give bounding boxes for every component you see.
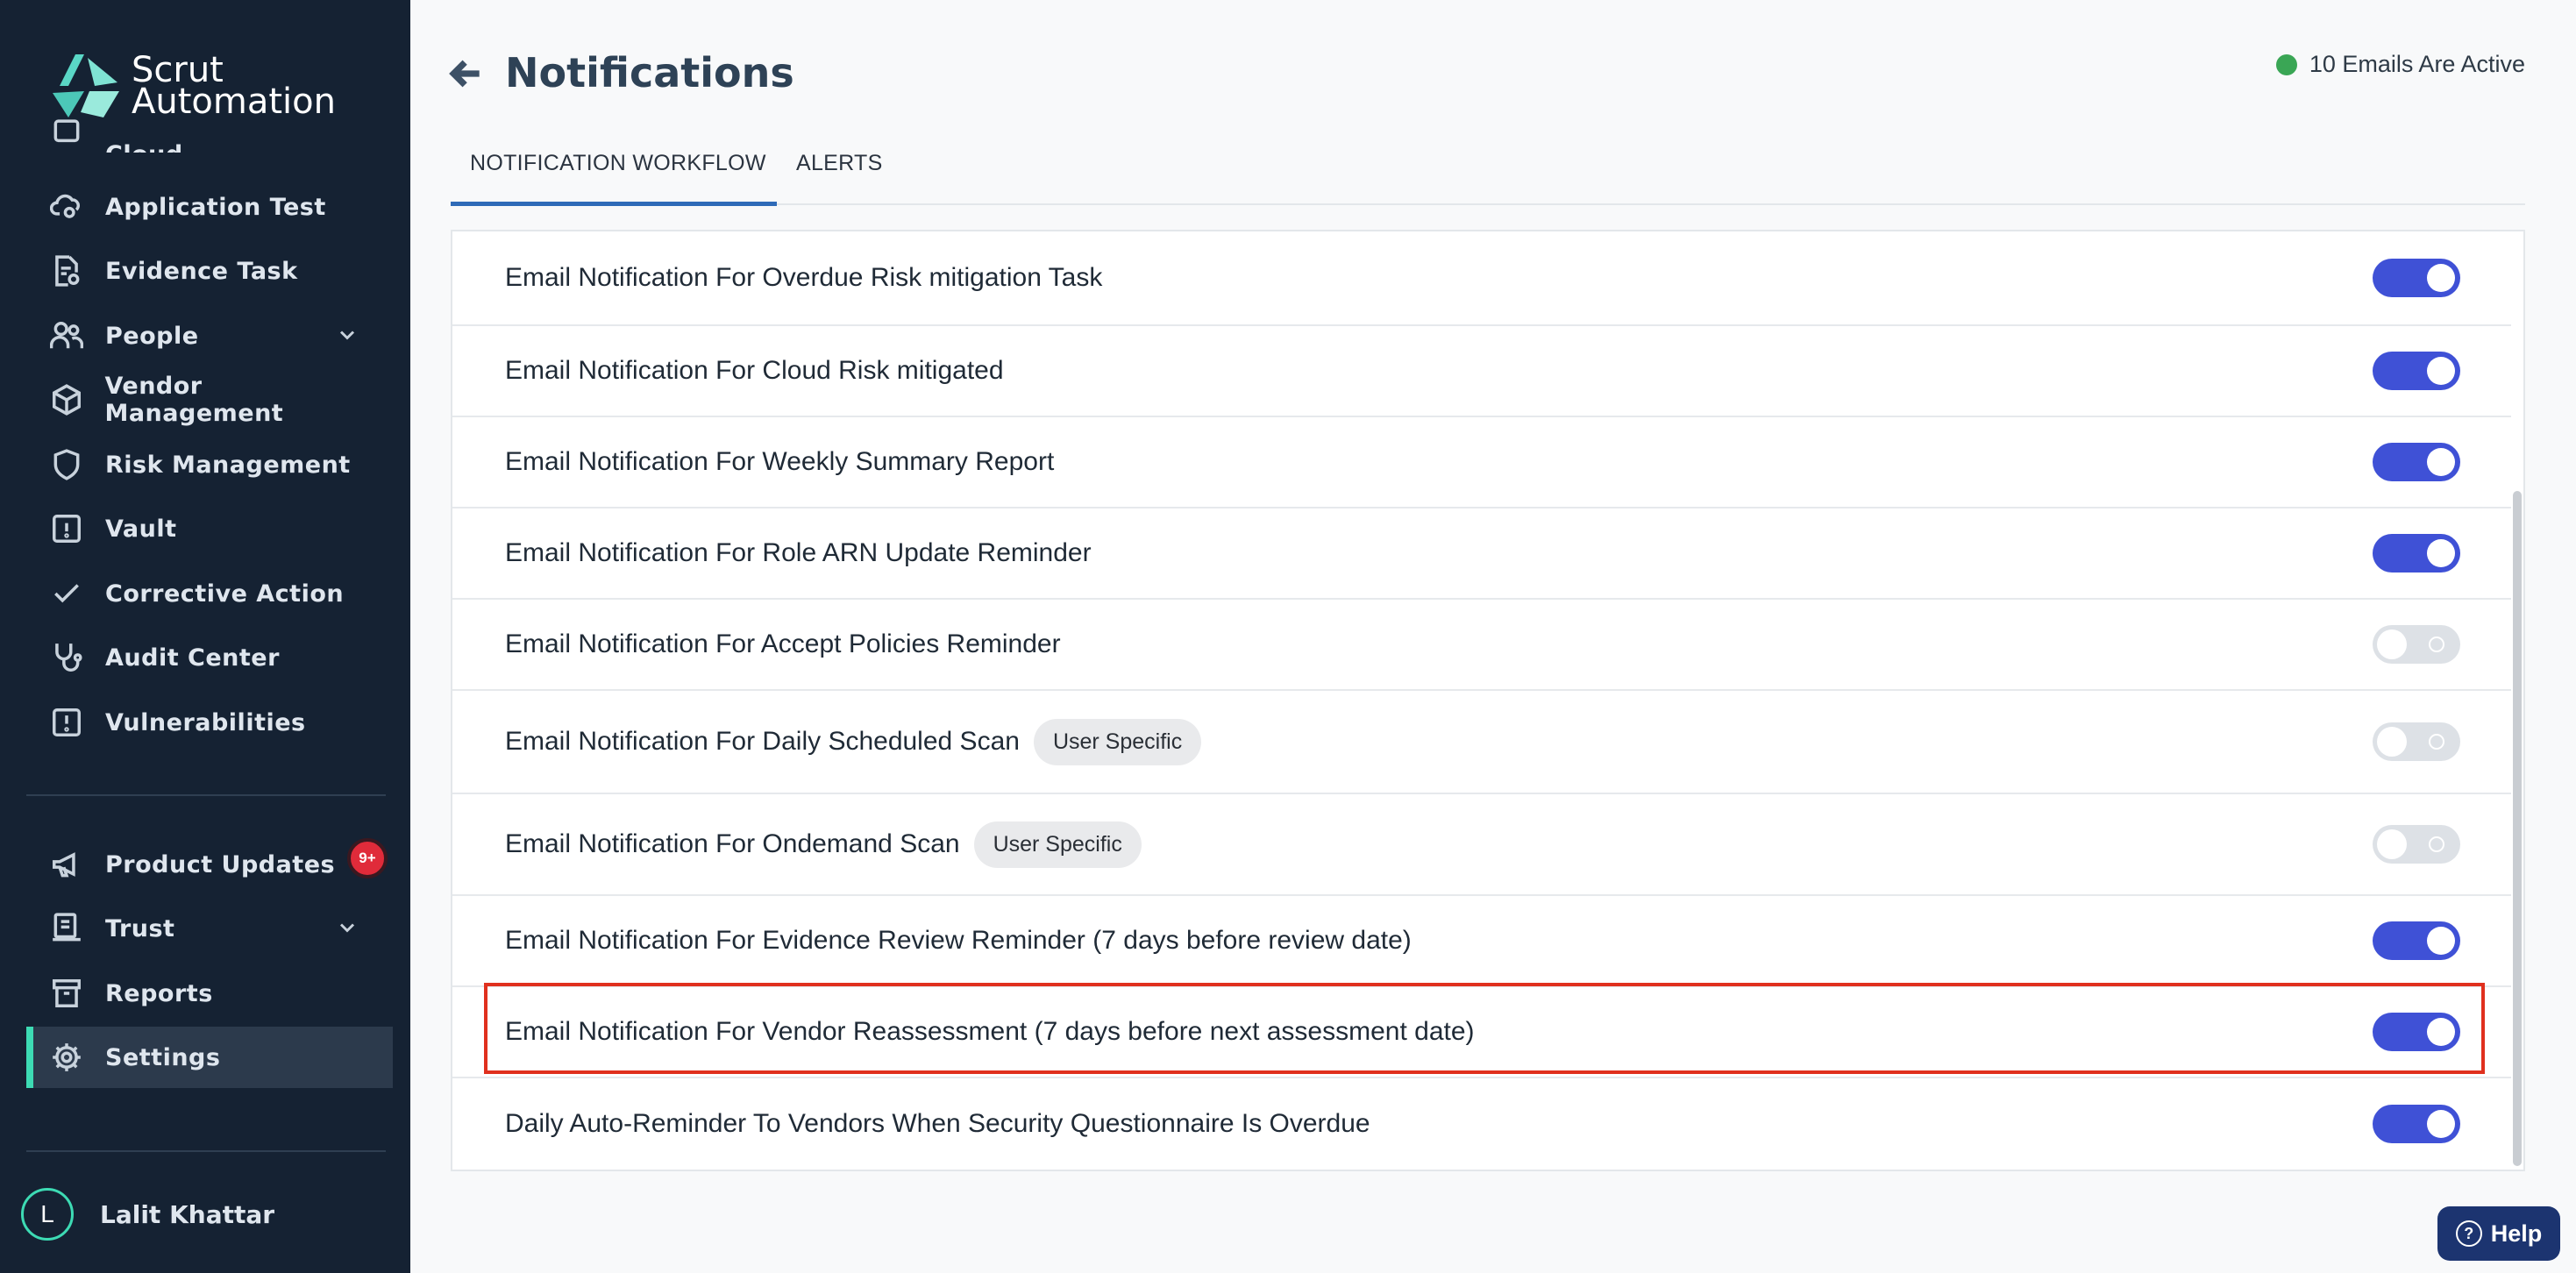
gear-icon — [49, 1040, 84, 1075]
tab-bar: NOTIFICATION WORKFLOW ALERTS — [451, 140, 2525, 206]
active-emails-status: 10 Emails Are Active — [2275, 51, 2525, 78]
sidebar-item-corrective-action[interactable]: Corrective Action — [26, 563, 386, 624]
chevron-down-icon[interactable] — [335, 915, 359, 946]
notification-toggle[interactable] — [2373, 534, 2460, 572]
sidebar-item-audit-center[interactable]: Audit Center — [26, 627, 386, 688]
sidebar-divider — [26, 794, 386, 796]
cloud-icon — [49, 117, 84, 153]
cloud-gear-icon — [49, 189, 84, 224]
sidebar-item-label: Corrective Action — [105, 580, 345, 608]
user-name: Lalit Khattar — [100, 1199, 275, 1229]
document-check-icon — [49, 253, 84, 288]
status-dot-icon — [2275, 53, 2297, 75]
list-item: Email Notification For Evidence Review R… — [452, 896, 2511, 987]
vault-icon — [49, 511, 84, 546]
sidebar-item-label: Audit Center — [105, 644, 280, 672]
scrollbar[interactable] — [2513, 491, 2522, 1166]
sidebar-item-label: Settings — [105, 1043, 221, 1071]
check-icon — [49, 576, 84, 611]
scrut-logo-icon — [53, 54, 119, 117]
stethoscope-icon — [49, 640, 84, 675]
sidebar-item-trust[interactable]: Trust — [26, 898, 386, 959]
alert-square-icon — [49, 705, 84, 740]
sidebar-item-vulnerabilities[interactable]: Vulnerabilities — [26, 692, 386, 753]
notification-toggle[interactable] — [2373, 1105, 2460, 1143]
sidebar-item-cloud[interactable]: Cloud — [26, 117, 386, 153]
sidebar-item-label: Evidence Task — [105, 257, 298, 285]
sidebar-item-label: People — [105, 322, 199, 350]
notification-toggle[interactable] — [2373, 722, 2460, 761]
logo-text: Scrut Automation — [132, 50, 336, 122]
sidebar-item-label: Vendor Management — [104, 373, 284, 427]
sidebar-item-reports[interactable]: Reports — [26, 963, 386, 1024]
sidebar-item-label: Application Test — [105, 193, 326, 221]
logo[interactable]: Scrut Automation — [49, 51, 336, 121]
avatar: L — [21, 1188, 74, 1241]
sidebar-item-label: Trust — [105, 914, 175, 942]
sidebar-item-vendor-management[interactable]: Vendor Management — [26, 369, 386, 430]
list-item: Email Notification For Daily Scheduled S… — [452, 691, 2511, 794]
list-item: Daily Auto-Reminder To Vendors When Secu… — [452, 1078, 2511, 1170]
user-specific-tag: User Specific — [1033, 718, 1202, 765]
tab-alerts[interactable]: ALERTS — [796, 151, 883, 176]
trust-icon — [49, 911, 84, 946]
list-item: Email Notification For Cloud Risk mitiga… — [452, 326, 2511, 417]
archive-icon — [49, 976, 84, 1011]
notification-toggle[interactable] — [2373, 825, 2460, 864]
sidebar-item-label: Risk Management — [105, 451, 351, 479]
notification-label: Daily Auto-Reminder To Vendors When Secu… — [505, 1109, 1370, 1138]
megaphone-icon — [49, 847, 84, 882]
highlight-box — [484, 983, 2485, 1074]
sidebar-item-risk-management[interactable]: Risk Management — [26, 434, 386, 495]
sidebar-item-product-updates[interactable]: Product Updates — [26, 834, 386, 895]
notification-toggle[interactable] — [2373, 443, 2460, 481]
help-label: Help — [2490, 1220, 2543, 1247]
sidebar-item-label: Vault — [105, 515, 177, 543]
notification-label: Email Notification For Overdue Risk miti… — [505, 263, 1103, 292]
list-item: Email Notification For Ondemand Scan Use… — [452, 794, 2511, 896]
user-profile[interactable]: L Lalit Khattar — [21, 1188, 274, 1241]
sidebar-item-label: Cloud — [105, 141, 183, 153]
people-icon — [49, 318, 84, 353]
list-item: Email Notification For Weekly Summary Re… — [452, 417, 2511, 508]
notification-label: Email Notification For Daily Scheduled S… — [505, 727, 1020, 756]
sidebar-item-vault[interactable]: Vault — [26, 498, 386, 559]
sidebar-item-people[interactable]: People — [26, 305, 386, 366]
sidebar-item-label: Reports — [105, 979, 213, 1007]
notification-label: Email Notification For Evidence Review R… — [505, 926, 1412, 955]
sidebar-item-label: Vulnerabilities — [105, 708, 306, 736]
notification-label: Email Notification For Weekly Summary Re… — [505, 447, 1055, 476]
list-item: Email Notification For Role ARN Update R… — [452, 508, 2511, 600]
shield-icon — [49, 447, 84, 482]
notification-badge: 9+ — [347, 838, 388, 878]
notification-label: Email Notification For Role ARN Update R… — [505, 538, 1092, 567]
notification-toggle[interactable] — [2373, 921, 2460, 960]
sidebar-divider — [26, 1150, 386, 1152]
user-specific-tag: User Specific — [973, 821, 1142, 868]
help-button[interactable]: ? Help — [2437, 1206, 2560, 1261]
page-title: Notifications — [505, 49, 794, 96]
sidebar-item-label: Product Updates — [105, 850, 336, 878]
chevron-down-icon[interactable] — [335, 323, 359, 353]
status-text: 10 Emails Are Active — [2309, 51, 2525, 77]
sidebar-item-evidence-task[interactable]: Evidence Task — [26, 240, 386, 302]
box-icon — [49, 382, 83, 417]
back-arrow-icon[interactable] — [447, 54, 486, 97]
notification-toggle[interactable] — [2373, 259, 2460, 297]
notification-label: Email Notification For Accept Policies R… — [505, 629, 1061, 658]
tab-notification-workflow[interactable]: NOTIFICATION WORKFLOW — [451, 151, 777, 206]
help-icon: ? — [2455, 1220, 2482, 1247]
notification-label: Email Notification For Ondemand Scan — [505, 829, 960, 858]
notification-label: Email Notification For Cloud Risk mitiga… — [505, 356, 1004, 385]
list-item: Email Notification For Overdue Risk miti… — [452, 231, 2511, 326]
sidebar: Scrut Automation Cloud Application Test … — [0, 0, 410, 1273]
notification-toggle[interactable] — [2373, 352, 2460, 390]
sidebar-item-application-test[interactable]: Application Test — [26, 176, 386, 238]
sidebar-item-settings[interactable]: Settings — [26, 1027, 393, 1088]
list-item: Email Notification For Accept Policies R… — [452, 600, 2511, 691]
notification-toggle[interactable] — [2373, 625, 2460, 664]
